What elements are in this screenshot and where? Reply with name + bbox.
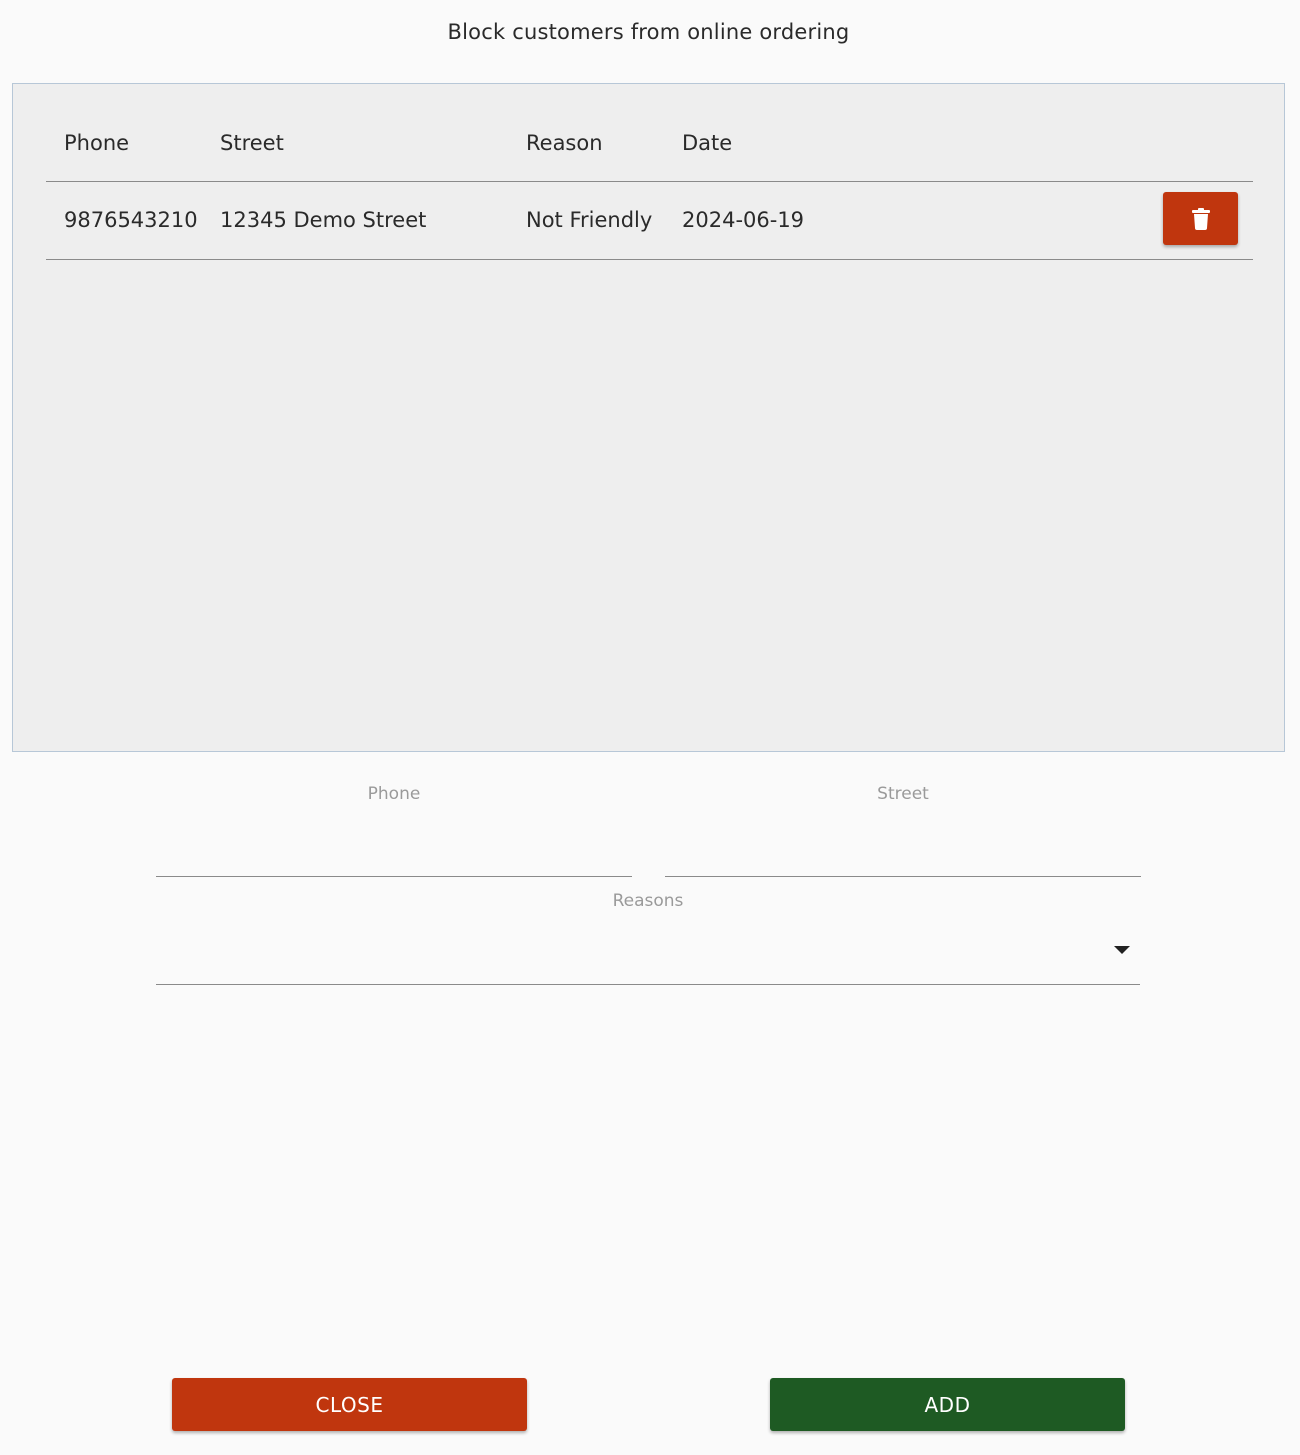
cell-phone: 9876543210 [64, 208, 198, 232]
dropdown-arrow-icon [1114, 946, 1130, 954]
page-subtitle: Block customers from online ordering [447, 20, 850, 44]
close-button[interactable]: Close [172, 1378, 527, 1431]
reasons-label: Reasons [612, 891, 684, 911]
phone-input[interactable] [156, 832, 632, 877]
table-header: Phone Street Reason Date [46, 84, 1253, 182]
cell-reason: Not Friendly [526, 208, 653, 232]
phone-label: Phone [367, 784, 421, 804]
street-label: Street [877, 784, 929, 804]
reasons-select[interactable] [156, 920, 1140, 985]
column-header-phone: Phone [64, 131, 130, 155]
blocked-customers-table-panel: Phone Street Reason Date 9876543210 1234… [12, 83, 1285, 752]
cell-date: 2024-06-19 [682, 208, 805, 232]
column-header-date: Date [682, 131, 733, 155]
block-customers-dialog: Block customers from online ordering Pho… [0, 0, 1300, 1455]
column-header-street: Street [220, 131, 284, 155]
table-row: 9876543210 12345 Demo Street Not Friendl… [46, 182, 1253, 260]
trash-icon [1191, 207, 1210, 230]
blocked-customers-table: Phone Street Reason Date 9876543210 1234… [46, 84, 1253, 260]
add-button[interactable]: Add [770, 1378, 1125, 1431]
column-header-reason: Reason [526, 131, 603, 155]
delete-row-button[interactable] [1163, 192, 1238, 245]
street-input[interactable] [665, 832, 1141, 877]
cell-street: 12345 Demo Street [220, 208, 427, 232]
